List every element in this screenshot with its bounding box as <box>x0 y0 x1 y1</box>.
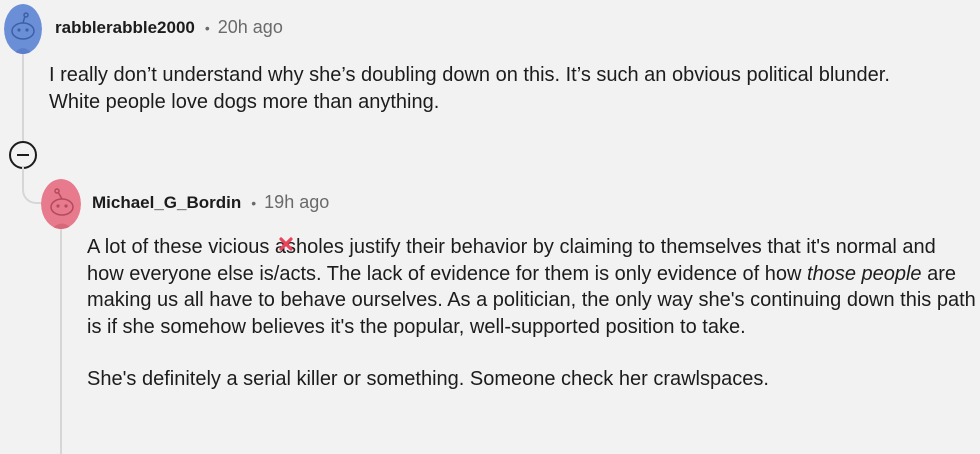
thread-connector <box>22 166 42 204</box>
thread-line[interactable] <box>22 54 24 142</box>
comment-thread: rabblerabble2000 • 20h ago I really don’… <box>0 0 980 454</box>
snoo-avatar-icon <box>4 4 42 54</box>
username[interactable]: Michael_G_Bordin <box>92 193 241 213</box>
username[interactable]: rabblerabble2000 <box>55 18 195 38</box>
comment-meta: Michael_G_Bordin • 19h ago <box>92 192 329 213</box>
comment-text: A lot of these vicious a <box>87 236 287 258</box>
avatar[interactable] <box>4 4 42 54</box>
comment-body: A lot of these vicious a sholes justify t… <box>87 234 977 393</box>
collapse-thread-button[interactable] <box>9 141 37 169</box>
censor-x-icon <box>279 237 293 251</box>
meta-separator: • <box>251 194 257 211</box>
meta-separator: • <box>204 19 210 36</box>
snoo-avatar-icon <box>41 179 81 229</box>
comment-paragraph: A lot of these vicious a sholes justify t… <box>87 234 977 340</box>
comment-body: I really don’t understand why she’s doub… <box>49 62 929 115</box>
avatar[interactable] <box>41 179 81 229</box>
reply-thread-line[interactable] <box>60 228 62 454</box>
comment-meta: rabblerabble2000 • 20h ago <box>55 17 283 38</box>
timestamp[interactable]: 19h ago <box>264 192 329 213</box>
comment-paragraph: She's definitely a serial killer or some… <box>87 368 769 390</box>
emphasized-text: those people <box>807 262 922 285</box>
timestamp[interactable]: 20h ago <box>218 17 283 38</box>
comment-text: I really don’t understand why she’s doub… <box>49 64 890 113</box>
